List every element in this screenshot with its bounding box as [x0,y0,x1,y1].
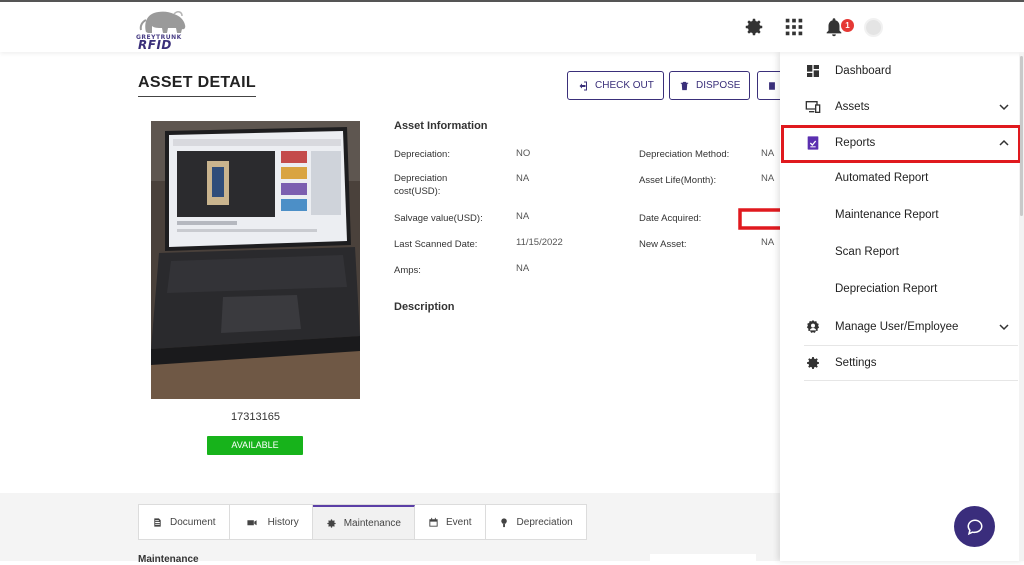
asset-photo [151,121,360,399]
check-out-icon [579,81,587,90]
tab-maintenance[interactable]: Maintenance [312,505,415,539]
dashboard-icon [807,64,819,77]
user-gear-icon [806,319,820,333]
depreciation-cost-label: Depreciation cost(USD): [394,173,448,197]
depreciation-method-value: NA [761,148,775,159]
depreciation-method-label: Depreciation Method: [639,149,730,160]
tab-history[interactable]: History [230,505,313,539]
asset-life-label: Asset Life(Month): [639,175,717,186]
logo-rfid-text: RFID [138,38,172,52]
sidebar-item-assets-label: Assets [835,100,870,113]
depreciation-icon [500,517,507,527]
user-avatar[interactable] [864,18,883,37]
tab-depreciation[interactable]: Depreciation [486,505,586,539]
laptop-photo-image [151,121,360,399]
depreciation-value: NO [516,148,531,159]
status-badge: AVAILABLE [207,436,303,455]
event-icon [429,517,438,527]
sidebar-subitem-maintenance-report[interactable]: Maintenance Report [835,209,939,221]
tab-history-label: History [267,516,299,528]
greytrunk-logo[interactable]: GREYTRUNK RFID [136,6,192,52]
chat-bubble-icon [966,518,982,535]
notification-badge: 1 [841,19,854,32]
gear-icon [327,518,336,528]
asset-information-heading: Asset Information [394,120,488,132]
dispose-button[interactable]: DISPOSE [669,71,751,100]
reports-highlight-box [781,125,1021,163]
tab-event[interactable]: Event [415,505,486,539]
check-out-label: CHECK OUT [595,80,654,91]
sidebar-item-dashboard-label: Dashboard [835,64,892,77]
amps-value: NA [516,263,530,274]
sidebar-divider [804,380,1018,381]
history-icon [246,519,257,525]
page-title: ASSET DETAIL [138,74,256,97]
tab-depreciation-label: Depreciation [516,516,573,528]
asset-life-value: NA [761,173,775,184]
maintenance-section-title: Maintenance [138,554,199,565]
maintenance-card [650,554,756,564]
dispose-label: DISPOSE [696,80,741,91]
last-scanned-date-value: 11/15/2022 [516,237,563,248]
tab-document-label: Document [170,516,216,528]
chat-support-button[interactable] [954,506,995,547]
document-icon [154,517,161,527]
sidebar-item-manage-user-label: Manage User/Employee [835,320,959,333]
depreciation-label: Depreciation: [394,149,450,160]
sidebar-subitem-automated-report[interactable]: Automated Report [835,172,928,184]
tab-maintenance-label: Maintenance [343,517,401,529]
date-acquired-label: Date Acquired: [639,213,702,224]
top-bar: GREYTRUNK RFID 1 [0,0,1024,52]
chevron-down-icon [999,323,1009,330]
document-icon [769,81,775,90]
sidebar-item-assets[interactable]: Assets [780,88,1024,125]
depreciation-cost-value: NA [516,173,530,184]
apps-grid-icon[interactable] [783,16,805,38]
chevron-down-icon [999,103,1009,110]
asset-information-fields: Depreciation: NO Depreciation Method: NA… [390,147,778,287]
last-scanned-date-label: Last Scanned Date: [394,239,478,250]
check-out-button[interactable]: CHECK OUT [567,71,664,100]
settings-gear-icon[interactable] [743,16,765,38]
gear-icon [807,356,819,369]
sidebar-subitem-scan-report[interactable]: Scan Report [835,246,899,258]
amps-label: Amps: [394,265,421,276]
asset-id-number: 17313165 [231,411,280,423]
sidebar-item-settings-label: Settings [835,356,877,369]
tab-document[interactable]: Document [139,505,230,539]
description-heading: Description [394,301,455,313]
sidebar-item-settings[interactable]: Settings [780,344,1024,381]
new-asset-label: New Asset: [639,239,687,250]
monitor-icon [805,100,821,113]
sidebar-scrollbar-thumb[interactable] [1020,56,1023,216]
sidebar-item-dashboard[interactable]: Dashboard [780,52,1024,89]
asset-tabs: Document History Maintenance Event Depre… [138,504,587,540]
tab-event-label: Event [445,516,472,528]
salvage-value-value: NA [516,211,530,222]
sidebar-item-manage-user[interactable]: Manage User/Employee [780,308,1024,345]
trash-icon [680,81,689,90]
salvage-value-label: Salvage value(USD): [394,213,483,224]
sidebar-subitem-depreciation-report[interactable]: Depreciation Report [835,283,937,295]
elephant-logo-icon [139,11,186,33]
